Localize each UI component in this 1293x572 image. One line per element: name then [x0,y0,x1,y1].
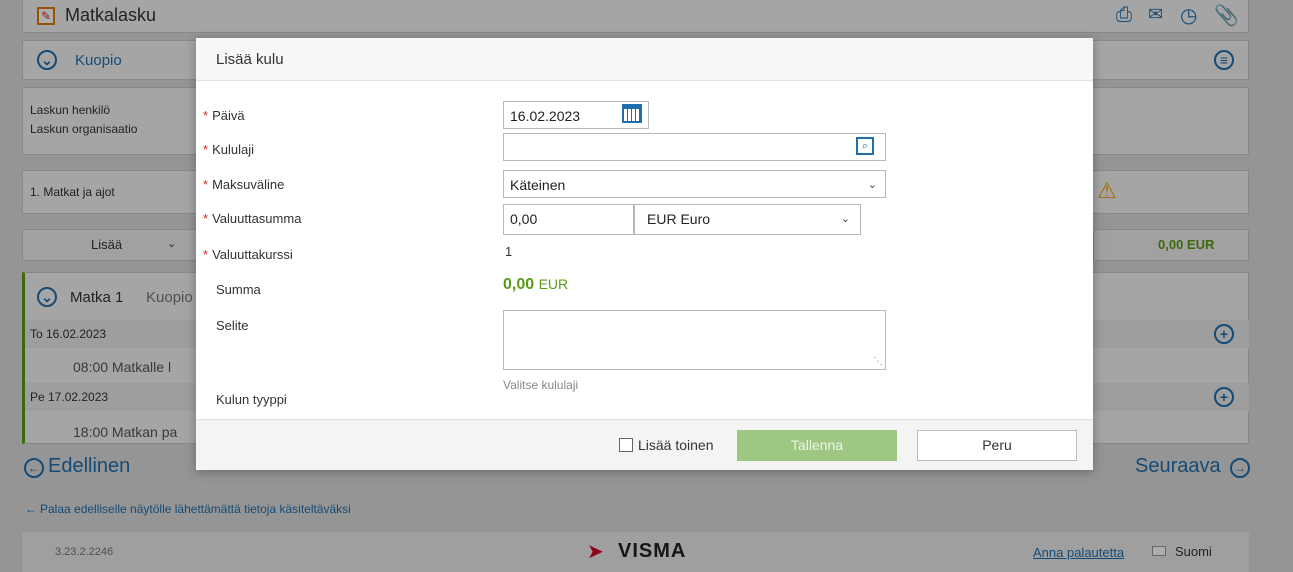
required-marker: * [203,211,209,226]
expense-type-label: * Kululaji [203,142,254,157]
required-marker: * [203,177,209,192]
cancel-button-label: Peru [982,437,1012,453]
currency-amount-label: * Valuuttasumma [203,211,301,226]
sum-value: 0,00 EUR [503,276,568,294]
payment-method-select[interactable]: Käteinen ⌄ [503,170,886,198]
expense-type-label-text: Kululaji [212,142,254,157]
resize-handle-icon[interactable]: ⋱ [873,357,883,367]
expense-type-field[interactable] [503,133,886,161]
description-label: Selite [216,318,249,333]
chevron-down-icon: ⌄ [840,213,850,225]
currency-amount-value: 0,00 [510,211,538,227]
currency-select[interactable]: EUR Euro ⌄ [634,204,861,235]
calendar-icon[interactable] [622,104,642,123]
required-marker: * [203,247,209,262]
sum-amount: 0,00 [503,276,535,293]
save-button[interactable]: Tallenna [737,430,897,461]
sum-label: Summa [216,282,261,297]
add-another-checkbox[interactable] [619,438,633,452]
lookup-search-icon[interactable]: ⌕ [856,137,874,155]
payment-method-value: Käteinen [510,177,566,193]
add-another-label[interactable]: Lisää toinen [638,437,714,453]
dialog-footer: Lisää toinen Tallenna Peru [196,419,1093,470]
currency-value: EUR Euro [647,211,711,227]
date-value: 16.02.2023 [510,108,581,124]
payment-method-label: * Maksuväline [203,177,284,192]
required-marker: * [203,108,209,123]
payment-method-label-text: Maksuväline [212,177,285,192]
chevron-down-icon: ⌄ [867,179,877,191]
sum-currency: EUR [538,276,569,292]
exchange-rate-label: * Valuuttakurssi [203,247,293,262]
exchange-rate-label-text: Valuuttakurssi [212,247,293,262]
exchange-rate-value: 1 [505,244,513,259]
date-label-text: Päivä [212,108,245,123]
save-button-label: Tallenna [790,437,844,453]
description-textarea[interactable]: ⋱ [503,310,886,370]
currency-amount-label-text: Valuuttasumma [212,211,302,226]
add-expense-dialog: Lisää kulu * Päivä 16.02.2023 * Kululaji ⌕… [196,38,1093,470]
dialog-title: Lisää kulu [216,51,284,68]
cancel-button[interactable]: Peru [917,430,1077,461]
required-marker: * [203,142,209,157]
cost-type-hint: Valitse kululaji [503,378,579,392]
currency-amount-field[interactable]: 0,00 [503,204,634,235]
date-label: * Päivä [203,108,245,123]
cost-type-label: Kulun tyyppi [216,392,287,407]
dialog-header: Lisää kulu [196,38,1093,81]
